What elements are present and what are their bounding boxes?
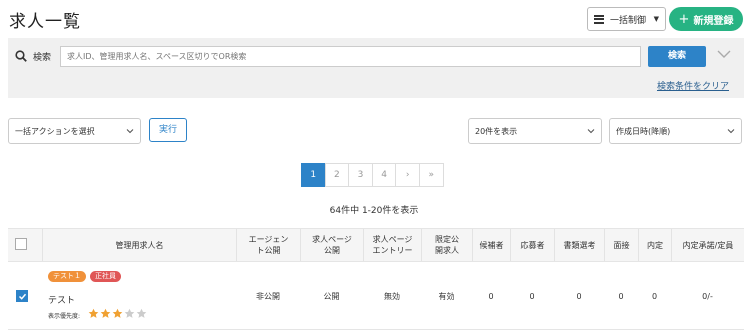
bulk-control-label: 一括制御 bbox=[610, 15, 647, 26]
job-name-link[interactable]: テスト bbox=[48, 293, 75, 306]
search-input[interactable] bbox=[60, 46, 641, 67]
chevron-down-icon bbox=[587, 129, 595, 134]
column-header[interactable]: 内定承諾/定員 bbox=[671, 229, 744, 261]
row-checkbox[interactable] bbox=[16, 290, 28, 302]
column-header[interactable]: 面接 bbox=[604, 229, 638, 261]
page-button[interactable]: 3 bbox=[348, 163, 373, 187]
per-page-value: 20件を表示 bbox=[475, 126, 518, 136]
offer-cell[interactable]: 0 bbox=[638, 262, 671, 330]
result-count: 64件中 1-20件を表示 bbox=[329, 206, 419, 216]
page-button[interactable]: 1 bbox=[301, 163, 326, 187]
offer-accept-cell: 0/- bbox=[702, 291, 713, 301]
column-header[interactable]: 応募者 bbox=[510, 229, 554, 261]
star-icon[interactable] bbox=[124, 308, 135, 319]
bulk-action-value: 一括アクションを選択 bbox=[15, 126, 95, 136]
search-panel: 検索 検索 検索条件をクリア bbox=[8, 38, 744, 98]
applicants-cell[interactable]: 0 bbox=[510, 262, 554, 330]
plus-icon: + bbox=[678, 11, 690, 27]
column-header[interactable]: 求人ページ公開 bbox=[300, 229, 363, 261]
clear-search-link[interactable]: 検索条件をクリア bbox=[657, 79, 729, 92]
bulk-control-dropdown[interactable]: 一括制御 ▼ bbox=[587, 7, 666, 31]
table-header: 管理用求人名 エージェント公開 求人ページ公開 求人ページエントリー 限定公開求… bbox=[8, 228, 744, 262]
search-label: 検索 bbox=[33, 53, 52, 63]
limited-cell: 有効 bbox=[438, 291, 455, 301]
caret-down-icon: ▼ bbox=[653, 15, 659, 23]
interview-cell[interactable]: 0 bbox=[604, 262, 638, 330]
star-icon[interactable] bbox=[112, 308, 123, 319]
search-icon bbox=[15, 50, 27, 62]
header-checkbox-cell bbox=[8, 229, 42, 261]
new-job-button[interactable]: + 新規登録 bbox=[669, 7, 743, 31]
chevron-down-icon[interactable] bbox=[717, 49, 731, 59]
last-page-button[interactable]: » bbox=[418, 163, 444, 187]
bulk-action-select[interactable]: 一括アクションを選択 bbox=[8, 118, 141, 144]
list-icon bbox=[594, 14, 604, 24]
chevron-down-icon bbox=[727, 129, 735, 134]
table-row: テスト１ 正社員 テスト 表示優先度: 非公開 公開 無効 有効 0 0 0 0… bbox=[8, 262, 744, 330]
chevron-down-icon bbox=[126, 129, 134, 134]
sort-value: 作成日時(降順) bbox=[616, 126, 671, 136]
page-button[interactable]: 4 bbox=[371, 163, 397, 187]
star-icon[interactable] bbox=[88, 308, 99, 319]
star-icon[interactable] bbox=[136, 308, 147, 319]
screening-cell[interactable]: 0 bbox=[554, 262, 604, 330]
per-page-select[interactable]: 20件を表示 bbox=[468, 118, 602, 144]
execute-button[interactable]: 実行 bbox=[149, 118, 187, 142]
column-header[interactable]: 書類選考 bbox=[554, 229, 604, 261]
priority-label: 表示優先度: bbox=[48, 313, 81, 320]
check-icon bbox=[18, 293, 27, 300]
column-header[interactable]: 求人ページエントリー bbox=[363, 229, 421, 261]
star-icon[interactable] bbox=[100, 308, 111, 319]
page-title: 求人一覧 bbox=[9, 12, 81, 32]
page-public-cell: 公開 bbox=[323, 291, 340, 301]
agent-public-cell: 非公開 bbox=[256, 291, 280, 301]
tag-badge: テスト１ bbox=[48, 271, 86, 282]
page-button[interactable]: 2 bbox=[324, 163, 350, 187]
candidates-cell[interactable]: 0 bbox=[472, 262, 510, 330]
next-page-button[interactable]: › bbox=[395, 163, 420, 187]
column-header[interactable]: 候補者 bbox=[472, 229, 510, 261]
page-entry-cell: 無効 bbox=[384, 291, 400, 301]
sort-select[interactable]: 作成日時(降順) bbox=[609, 118, 742, 144]
column-header[interactable]: 限定公開求人 bbox=[421, 229, 472, 261]
search-button[interactable]: 検索 bbox=[648, 46, 706, 67]
employment-type-badge: 正社員 bbox=[90, 271, 121, 282]
column-header[interactable]: 内定 bbox=[638, 229, 671, 261]
column-header[interactable]: 管理用求人名 bbox=[42, 229, 236, 261]
select-all-checkbox[interactable] bbox=[15, 238, 27, 250]
pagination: 1 2 3 4 › » bbox=[301, 163, 444, 187]
column-header[interactable]: エージェント公開 bbox=[236, 229, 300, 261]
new-job-button-label: 新規登録 bbox=[693, 15, 734, 27]
